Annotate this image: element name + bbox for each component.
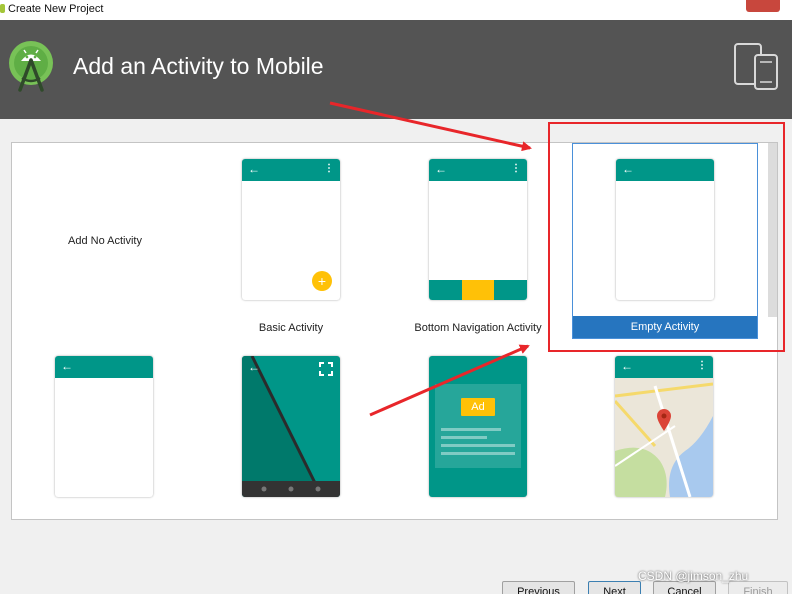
template-label: Basic Activity <box>258 322 324 334</box>
annotation-highlight-box <box>548 122 785 352</box>
window-title: Create New Project <box>8 3 104 15</box>
create-new-project-window: Create New Project Add an Activity to Mo… <box>0 0 792 594</box>
page-title: Add an Activity to Mobile <box>73 53 324 79</box>
ad-card: Ad <box>435 384 521 468</box>
template-admob-activity[interactable]: Ad <box>397 342 559 512</box>
back-arrow-icon: ← <box>621 359 633 373</box>
template-basic-activity[interactable]: ← ⋮ + Basic Activity <box>210 144 372 340</box>
bottom-nav-selected-item <box>462 280 494 300</box>
template-no-activity[interactable]: Add No Activity <box>30 144 180 340</box>
bottom-navigation-bar <box>429 280 527 300</box>
bottom-navigation-preview: ← ⋮ <box>429 159 527 300</box>
template-maps-activity[interactable]: ← ⋮ <box>572 342 758 512</box>
back-arrow-icon: ← <box>248 162 260 176</box>
back-arrow-icon: ← <box>61 359 73 373</box>
previous-button[interactable]: Previous <box>502 581 575 594</box>
android-studio-small-icon <box>0 4 5 13</box>
app-bar: ← ⋮ <box>615 356 713 378</box>
template-bottom-navigation-activity[interactable]: ← ⋮ Bottom Navigation Activity <box>397 144 559 340</box>
ad-text-line <box>441 452 515 455</box>
watermark-text: CSDN @jimson_zhu <box>638 569 749 583</box>
fab-plus-icon: + <box>312 271 332 291</box>
ad-text-line <box>441 436 487 439</box>
fullscreen-expand-icon <box>319 362 333 376</box>
ad-text-line <box>441 428 501 431</box>
template-label: Bottom Navigation Activity <box>414 322 542 334</box>
admob-activity-preview: Ad <box>429 356 527 497</box>
overflow-menu-icon: ⋮ <box>511 163 521 174</box>
wizard-header: Add an Activity to Mobile <box>0 20 792 119</box>
app-bar: ← <box>55 356 153 378</box>
phone-tablet-icon <box>734 43 778 90</box>
maps-activity-preview: ← ⋮ <box>615 356 713 497</box>
template-label: Add No Activity <box>68 235 142 247</box>
overflow-menu-icon: ⋮ <box>697 360 707 371</box>
window-close-button[interactable] <box>746 0 780 12</box>
window-titlebar: Create New Project <box>0 0 792 20</box>
back-arrow-icon: ← <box>435 162 447 176</box>
ad-badge: Ad <box>461 398 495 416</box>
template-simple-back-activity[interactable]: ← <box>30 342 180 512</box>
next-button[interactable]: Next <box>588 581 641 594</box>
back-arrow-icon: ← <box>248 360 260 374</box>
android-studio-logo-icon <box>9 41 53 92</box>
ad-text-line <box>441 444 515 447</box>
fullscreen-diagonal-graphic <box>242 356 340 497</box>
map-pin-icon <box>657 409 671 431</box>
app-bar: ← ⋮ <box>242 159 340 181</box>
simple-activity-preview: ← <box>55 356 153 497</box>
basic-activity-preview: ← ⋮ + <box>242 159 340 300</box>
template-fullscreen-activity[interactable]: ← <box>210 342 372 512</box>
overflow-menu-icon: ⋮ <box>324 163 334 174</box>
app-bar: ← ⋮ <box>429 159 527 181</box>
fullscreen-activity-preview: ← <box>242 356 340 497</box>
